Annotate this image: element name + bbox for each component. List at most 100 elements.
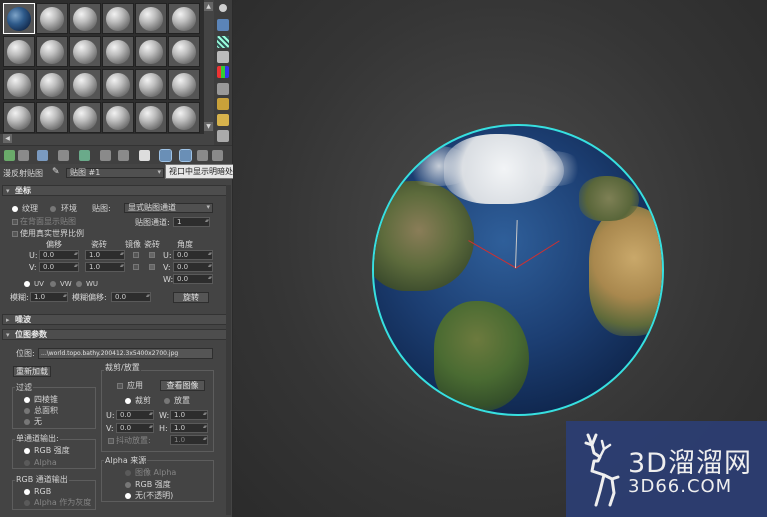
map-name-field[interactable]: 贴图 #1: [66, 168, 164, 178]
alpha-rgb-radio[interactable]: [125, 482, 131, 488]
pyramidal-radio[interactable]: [24, 397, 30, 403]
material-sample-slot[interactable]: [69, 36, 101, 67]
material-sample-slot[interactable]: [168, 3, 200, 34]
texture-radio[interactable]: [12, 206, 18, 212]
mapping-dropdown[interactable]: 显式贴图通道: [124, 203, 213, 213]
material-sample-slot[interactable]: [36, 3, 68, 34]
material-sample-slot[interactable]: [102, 69, 134, 100]
show-shaded-material-icon[interactable]: [159, 149, 172, 162]
material-sample-slot[interactable]: [69, 69, 101, 100]
show-on-back-checkbox[interactable]: [12, 219, 18, 225]
assign-to-selection-icon[interactable]: [37, 150, 48, 161]
material-sample-slot[interactable]: [135, 69, 167, 100]
get-material-icon[interactable]: [4, 150, 15, 161]
select-by-material-icon[interactable]: [217, 114, 229, 126]
u-tiling-spinner[interactable]: 1.0: [85, 250, 125, 260]
material-sample-slot[interactable]: [102, 36, 134, 67]
image-alpha-radio[interactable]: [125, 470, 131, 476]
view-image-button[interactable]: 查看图像: [160, 380, 205, 391]
material-sample-slot[interactable]: [3, 102, 35, 133]
material-sample-slot[interactable]: [3, 69, 35, 100]
slots-scroll-down-button[interactable]: ▼: [204, 122, 213, 131]
reset-map-icon[interactable]: [58, 150, 69, 161]
material-sample-slot[interactable]: [102, 3, 134, 34]
material-sample-slot[interactable]: [168, 102, 200, 133]
alpha-none-radio[interactable]: [125, 493, 131, 499]
vw-radio[interactable]: [50, 281, 56, 287]
bitmap-path-button[interactable]: ...\world.topo.bathy.200412.3x5400x2700.…: [38, 348, 213, 359]
globe-sphere-object[interactable]: [372, 124, 664, 416]
v-tile-checkbox[interactable]: [149, 264, 155, 270]
go-forward-to-sibling-icon[interactable]: [212, 150, 223, 161]
put-to-scene-icon[interactable]: [18, 150, 29, 161]
mono-alpha-radio[interactable]: [24, 460, 30, 466]
material-sample-slot[interactable]: [69, 102, 101, 133]
material-effects-channel-icon[interactable]: [139, 150, 150, 161]
apply-checkbox[interactable]: [117, 383, 123, 389]
crop-u-spinner[interactable]: 0.0: [116, 410, 154, 420]
w-angle-spinner[interactable]: 0.0: [173, 274, 213, 284]
filter-none-radio[interactable]: [24, 419, 30, 425]
material-sample-slot[interactable]: [3, 36, 35, 67]
rgb-alpha-gray-radio[interactable]: [24, 500, 30, 506]
noise-rollout-header[interactable]: 噪波: [2, 314, 230, 325]
video-color-check-icon[interactable]: [217, 66, 229, 78]
coordinates-rollout-header[interactable]: 坐标: [2, 185, 230, 196]
place-radio[interactable]: [164, 398, 170, 404]
uv-radio[interactable]: [24, 281, 30, 287]
eyedropper-icon[interactable]: ✎: [52, 168, 61, 177]
u-angle-spinner[interactable]: 0.0: [173, 250, 213, 260]
material-sample-slot[interactable]: [102, 102, 134, 133]
material-navigator-icon[interactable]: [217, 130, 229, 142]
blur-offset-spinner[interactable]: 0.0: [111, 292, 151, 302]
material-sample-slot[interactable]: [36, 102, 68, 133]
v-offset-spinner[interactable]: 0.0: [39, 262, 79, 272]
blur-spinner[interactable]: 1.0: [30, 292, 68, 302]
uv-tiling-icon[interactable]: [217, 51, 229, 63]
rotate-button[interactable]: 旋转: [173, 292, 209, 303]
material-sample-slot[interactable]: [36, 69, 68, 100]
material-sample-slot[interactable]: [135, 102, 167, 133]
material-sample-slot[interactable]: [69, 3, 101, 34]
crop-h-spinner[interactable]: 1.0: [170, 423, 208, 433]
material-sample-slot[interactable]: [36, 36, 68, 67]
map-channel-spinner[interactable]: 1: [173, 217, 210, 227]
material-sample-slot[interactable]: [168, 69, 200, 100]
wu-radio[interactable]: [76, 281, 82, 287]
crop-v-spinner[interactable]: 0.0: [116, 423, 154, 433]
u-offset-spinner[interactable]: 0.0: [39, 250, 79, 260]
v-tiling-spinner[interactable]: 1.0: [85, 262, 125, 272]
background-checker-icon[interactable]: [217, 36, 229, 48]
make-unique-icon[interactable]: [100, 150, 111, 161]
backlight-icon[interactable]: [217, 19, 229, 31]
rgb-rgb-radio[interactable]: [24, 489, 30, 495]
environ-radio[interactable]: [50, 206, 56, 212]
mono-rgb-radio[interactable]: [24, 448, 30, 454]
make-preview-icon[interactable]: [217, 83, 229, 95]
panel-scrollbar[interactable]: [226, 185, 231, 515]
slots-scroll-left-button[interactable]: ◀: [3, 134, 12, 143]
material-sample-slot[interactable]: [3, 3, 35, 34]
u-tile-checkbox[interactable]: [149, 252, 155, 258]
jitter-spinner[interactable]: 1.0: [170, 435, 208, 445]
make-copy-icon[interactable]: [79, 150, 90, 161]
options-icon[interactable]: [217, 98, 229, 110]
sample-type-icon[interactable]: [219, 4, 227, 12]
v-angle-spinner[interactable]: 0.0: [173, 262, 213, 272]
v-mirror-checkbox[interactable]: [133, 264, 139, 270]
material-sample-slot[interactable]: [135, 3, 167, 34]
reload-button[interactable]: 重新加载: [13, 366, 51, 377]
real-world-checkbox[interactable]: [12, 231, 18, 237]
put-to-library-icon[interactable]: [118, 150, 129, 161]
summed-area-radio[interactable]: [24, 408, 30, 414]
show-end-result-icon[interactable]: [179, 149, 192, 162]
go-to-parent-icon[interactable]: [197, 150, 208, 161]
material-sample-slot[interactable]: [168, 36, 200, 67]
jitter-checkbox[interactable]: [108, 438, 114, 444]
material-sample-slot[interactable]: [135, 36, 167, 67]
slots-scroll-up-button[interactable]: ▲: [204, 2, 213, 11]
crop-radio[interactable]: [125, 398, 131, 404]
u-mirror-checkbox[interactable]: [133, 252, 139, 258]
crop-w-spinner[interactable]: 1.0: [170, 410, 208, 420]
bitmap-params-rollout-header[interactable]: 位图参数: [2, 329, 230, 340]
